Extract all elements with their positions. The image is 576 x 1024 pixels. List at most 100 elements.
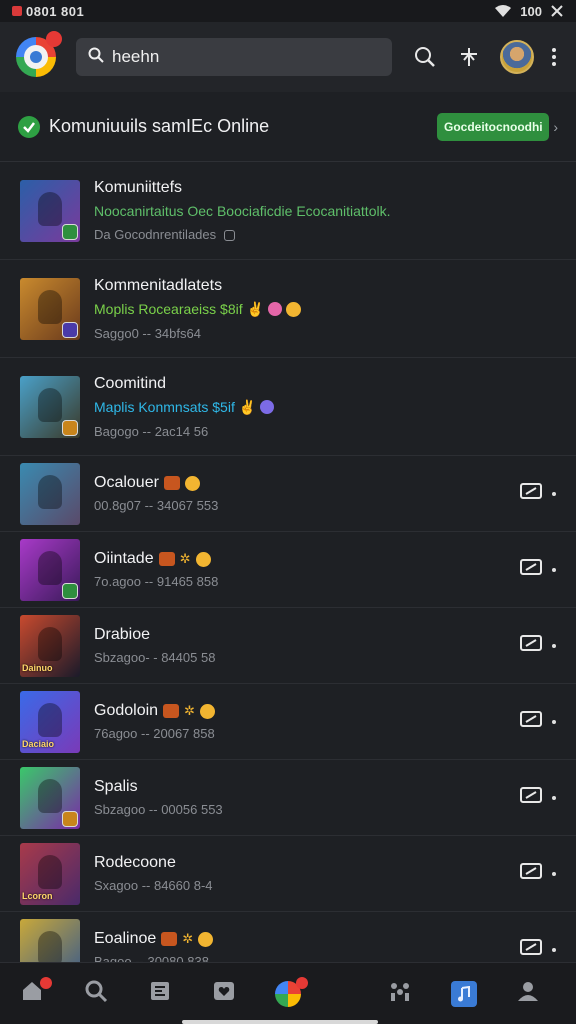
- community-list: Komuniittefs Noocanirtaitus Oec Boociafi…: [0, 162, 576, 988]
- section-header: Komuniuuils samIEc Online Gocdeitocnoodh…: [0, 92, 576, 162]
- search-icon[interactable]: [414, 46, 436, 68]
- nav-app-home[interactable]: [256, 969, 320, 1019]
- status-badge: [62, 419, 78, 436]
- message-icon[interactable]: [520, 483, 542, 504]
- sparkle-icon: ✲: [182, 931, 194, 946]
- community-thumbnail: Daciaio: [20, 690, 80, 753]
- item-title: Ocalouer: [94, 474, 218, 492]
- nav-search[interactable]: [64, 969, 128, 1019]
- community-thumbnail: Dainuo: [20, 614, 80, 677]
- sparkle-icon: ✲: [184, 703, 195, 718]
- nav-library[interactable]: [128, 969, 192, 1019]
- list-item[interactable]: Dainuo Drabioe Sbzagoo- - 84405 58: [0, 608, 576, 684]
- badge-emoji-icon: [161, 932, 178, 946]
- filter-icon[interactable]: [458, 46, 480, 68]
- more-icon[interactable]: [552, 48, 556, 66]
- more-dot-icon[interactable]: [552, 491, 556, 496]
- message-icon[interactable]: [520, 635, 542, 656]
- item-meta: Da Gocodnrentilades: [94, 227, 390, 242]
- item-meta: Sbzagoo -- 00056 553: [94, 802, 223, 817]
- more-dot-icon[interactable]: [552, 719, 556, 724]
- list-item[interactable]: Coomitind Maplis Konmnsats $5if ✌ Bagogo…: [0, 358, 576, 456]
- item-title: Kommenitadlatets: [94, 276, 223, 294]
- people-icon: [387, 979, 413, 1008]
- online-check-icon: [18, 115, 40, 138]
- item-title: Drabioe: [94, 626, 151, 643]
- item-subtitle: Moplis Rocearaeiss $8if ✌: [94, 301, 302, 318]
- status-badge: [62, 582, 78, 599]
- thumbnail-caption: Dainuo: [22, 662, 53, 673]
- item-subtitle: Noocanirtaitus Oec Boociaficdie Ecocanit…: [94, 203, 391, 219]
- nav-music[interactable]: [432, 969, 496, 1019]
- library-icon: [148, 979, 172, 1008]
- item-title: Spalis: [94, 778, 138, 795]
- badge-emoji-icon: [163, 476, 180, 490]
- community-thumbnail: Lcoron: [20, 842, 80, 905]
- battery-label: 100: [520, 3, 542, 19]
- hand-icon: ✌: [238, 398, 257, 415]
- community-thumbnail: [20, 766, 80, 829]
- app-logo-icon[interactable]: [16, 31, 62, 77]
- status-time: 0801 801: [26, 3, 85, 19]
- item-meta: 00.8g07 -- 34067 553: [94, 498, 219, 513]
- chevron-right-icon[interactable]: ›: [553, 119, 558, 135]
- nav-home[interactable]: [0, 969, 64, 1019]
- message-icon[interactable]: [520, 863, 542, 884]
- message-icon[interactable]: [520, 787, 542, 808]
- status-badge: [62, 810, 78, 827]
- item-title: Oiintade ✲: [94, 550, 218, 568]
- community-thumbnail: [20, 462, 80, 525]
- more-dot-icon[interactable]: [552, 643, 556, 648]
- list-item[interactable]: Komuniittefs Noocanirtaitus Oec Boociafi…: [0, 162, 576, 260]
- pink-emoji-icon: [268, 302, 283, 316]
- item-title: Rodecoone: [94, 854, 176, 871]
- app-header: [0, 22, 576, 92]
- item-meta: 7o.agoo -- 91465 858: [94, 574, 219, 589]
- community-thumbnail: [20, 179, 80, 242]
- smile-emoji-icon: [199, 703, 215, 719]
- smile-emoji-icon: [286, 301, 302, 317]
- item-meta: Saggo0 -- 34bfs64: [94, 325, 201, 341]
- item-meta: Bagogo -- 2ac14 56: [94, 423, 209, 439]
- list-item[interactable]: Ocalouer 00.8g07 -- 34067 553: [0, 456, 576, 532]
- section-action-button[interactable]: Gocdeitocnoodhi: [437, 112, 550, 141]
- home-indicator: [182, 1020, 378, 1024]
- nav-people[interactable]: [368, 969, 432, 1019]
- community-thumbnail: [20, 277, 80, 340]
- message-icon[interactable]: [520, 711, 542, 732]
- nav-profile[interactable]: [496, 969, 560, 1019]
- item-title: Coomitind: [94, 374, 167, 392]
- list-item[interactable]: Oiintade ✲ 7o.agoo -- 91465 858: [0, 532, 576, 608]
- list-item[interactable]: Spalis Sbzagoo -- 00056 553: [0, 760, 576, 836]
- item-meta: Sbzagoo- - 84405 58: [94, 650, 216, 665]
- item-subtitle: Maplis Konmnsats $5if ✌: [94, 398, 275, 416]
- more-dot-icon[interactable]: [552, 567, 556, 572]
- list-item[interactable]: Lcoron Rodecoone Sxagoo -- 84660 8-4: [0, 836, 576, 912]
- message-icon[interactable]: [520, 939, 542, 960]
- list-item[interactable]: Kommenitadlatets Moplis Rocearaeiss $8if…: [0, 260, 576, 358]
- music-icon: [451, 980, 477, 1007]
- nav-favorites[interactable]: [192, 969, 256, 1019]
- smile-emoji-icon: [198, 931, 214, 947]
- purple-emoji-icon: [260, 400, 275, 414]
- thumbnail-caption: Lcoron: [22, 890, 53, 901]
- item-title: Komuniittefs: [94, 179, 183, 196]
- more-dot-icon[interactable]: [552, 795, 556, 800]
- item-title: Eoalinoe ✲: [94, 930, 214, 948]
- item-meta: Sxagoo -- 84660 8-4: [94, 878, 213, 893]
- item-meta: 76agoo -- 20067 858: [94, 726, 215, 741]
- smile-emoji-icon: [195, 551, 211, 567]
- avatar[interactable]: [500, 40, 534, 74]
- list-item[interactable]: Daciaio Godoloin ✲ 76agoo -- 20067 858: [0, 684, 576, 760]
- search-input[interactable]: [112, 47, 372, 67]
- wifi-icon: [494, 4, 512, 18]
- community-thumbnail: [20, 375, 80, 438]
- search-bar[interactable]: [76, 38, 392, 76]
- message-icon[interactable]: [520, 559, 542, 580]
- more-dot-icon[interactable]: [552, 871, 556, 876]
- more-dot-icon[interactable]: [552, 947, 556, 952]
- section-title: Komuniuuils samIEc Online: [49, 116, 270, 136]
- bottom-nav: [0, 962, 576, 1024]
- heart-icon: [212, 979, 236, 1008]
